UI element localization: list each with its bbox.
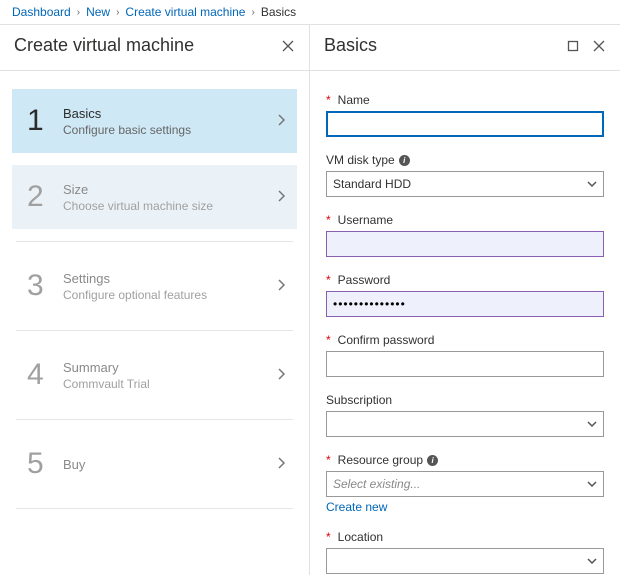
step-title: Basics <box>63 106 277 121</box>
chevron-right-icon: › <box>77 7 80 18</box>
restore-icon[interactable] <box>566 39 580 53</box>
confirm-password-input[interactable] <box>326 351 604 377</box>
confirm-password-label: Confirm password <box>338 333 435 347</box>
resource-group-label: Resource group <box>338 453 423 467</box>
location-label: Location <box>338 530 383 544</box>
divider <box>16 419 293 420</box>
blade-title: Create virtual machine <box>14 35 194 56</box>
step-subtitle: Configure basic settings <box>63 123 277 137</box>
divider <box>16 330 293 331</box>
chevron-right-icon: › <box>251 7 254 18</box>
step-size[interactable]: 2 Size Choose virtual machine size <box>12 165 297 229</box>
disk-type-label: VM disk type <box>326 153 395 167</box>
chevron-right-icon <box>277 113 286 130</box>
subscription-select[interactable] <box>326 411 604 437</box>
breadcrumb-new[interactable]: New <box>86 5 110 19</box>
subscription-label: Subscription <box>326 393 392 407</box>
step-summary[interactable]: 4 Summary Commvault Trial <box>12 343 297 407</box>
step-subtitle: Commvault Trial <box>63 377 277 391</box>
step-number: 5 <box>27 447 63 481</box>
required-icon: * <box>326 93 331 107</box>
divider <box>16 508 293 509</box>
required-icon: * <box>326 530 331 544</box>
password-input[interactable] <box>326 291 604 317</box>
step-title: Size <box>63 182 277 197</box>
required-icon: * <box>326 453 331 467</box>
wizard-blade: Create virtual machine 1 Basics Configur… <box>0 25 310 575</box>
step-number: 3 <box>27 269 63 303</box>
step-basics[interactable]: 1 Basics Configure basic settings <box>12 89 297 153</box>
step-subtitle: Choose virtual machine size <box>63 199 277 213</box>
username-label: Username <box>338 213 393 227</box>
divider <box>16 241 293 242</box>
step-title: Summary <box>63 360 277 375</box>
password-label: Password <box>338 273 391 287</box>
step-title: Settings <box>63 271 277 286</box>
name-input[interactable] <box>326 111 604 137</box>
disk-type-select[interactable]: Standard HDD <box>326 171 604 197</box>
basics-blade: Basics * Name VM disk type i Standard HDD… <box>310 25 620 575</box>
required-icon: * <box>326 333 331 347</box>
chevron-right-icon <box>277 189 286 206</box>
step-number: 2 <box>27 180 63 214</box>
step-subtitle: Configure optional features <box>63 288 277 302</box>
name-label: Name <box>338 93 370 107</box>
step-buy[interactable]: 5 Buy <box>12 432 297 496</box>
blade-title: Basics <box>324 35 377 56</box>
required-icon: * <box>326 273 331 287</box>
disk-type-value: Standard HDD <box>333 177 411 191</box>
chevron-right-icon <box>277 367 286 384</box>
step-settings[interactable]: 3 Settings Configure optional features <box>12 254 297 318</box>
chevron-right-icon <box>277 278 286 295</box>
resource-group-placeholder: Select existing... <box>333 477 420 491</box>
location-select[interactable] <box>326 548 604 574</box>
breadcrumb-dashboard[interactable]: Dashboard <box>12 5 71 19</box>
breadcrumb: Dashboard › New › Create virtual machine… <box>0 0 620 25</box>
close-icon[interactable] <box>281 39 295 53</box>
chevron-right-icon: › <box>116 7 119 18</box>
breadcrumb-current: Basics <box>261 5 296 19</box>
breadcrumb-create-vm[interactable]: Create virtual machine <box>125 5 245 19</box>
create-new-link[interactable]: Create new <box>326 500 387 514</box>
info-icon[interactable]: i <box>399 155 410 166</box>
step-title: Buy <box>63 457 277 472</box>
chevron-right-icon <box>277 456 286 473</box>
step-number: 4 <box>27 358 63 392</box>
close-icon[interactable] <box>592 39 606 53</box>
info-icon[interactable]: i <box>427 455 438 466</box>
required-icon: * <box>326 213 331 227</box>
step-number: 1 <box>27 104 63 138</box>
resource-group-select[interactable]: Select existing... <box>326 471 604 497</box>
username-input[interactable] <box>326 231 604 257</box>
